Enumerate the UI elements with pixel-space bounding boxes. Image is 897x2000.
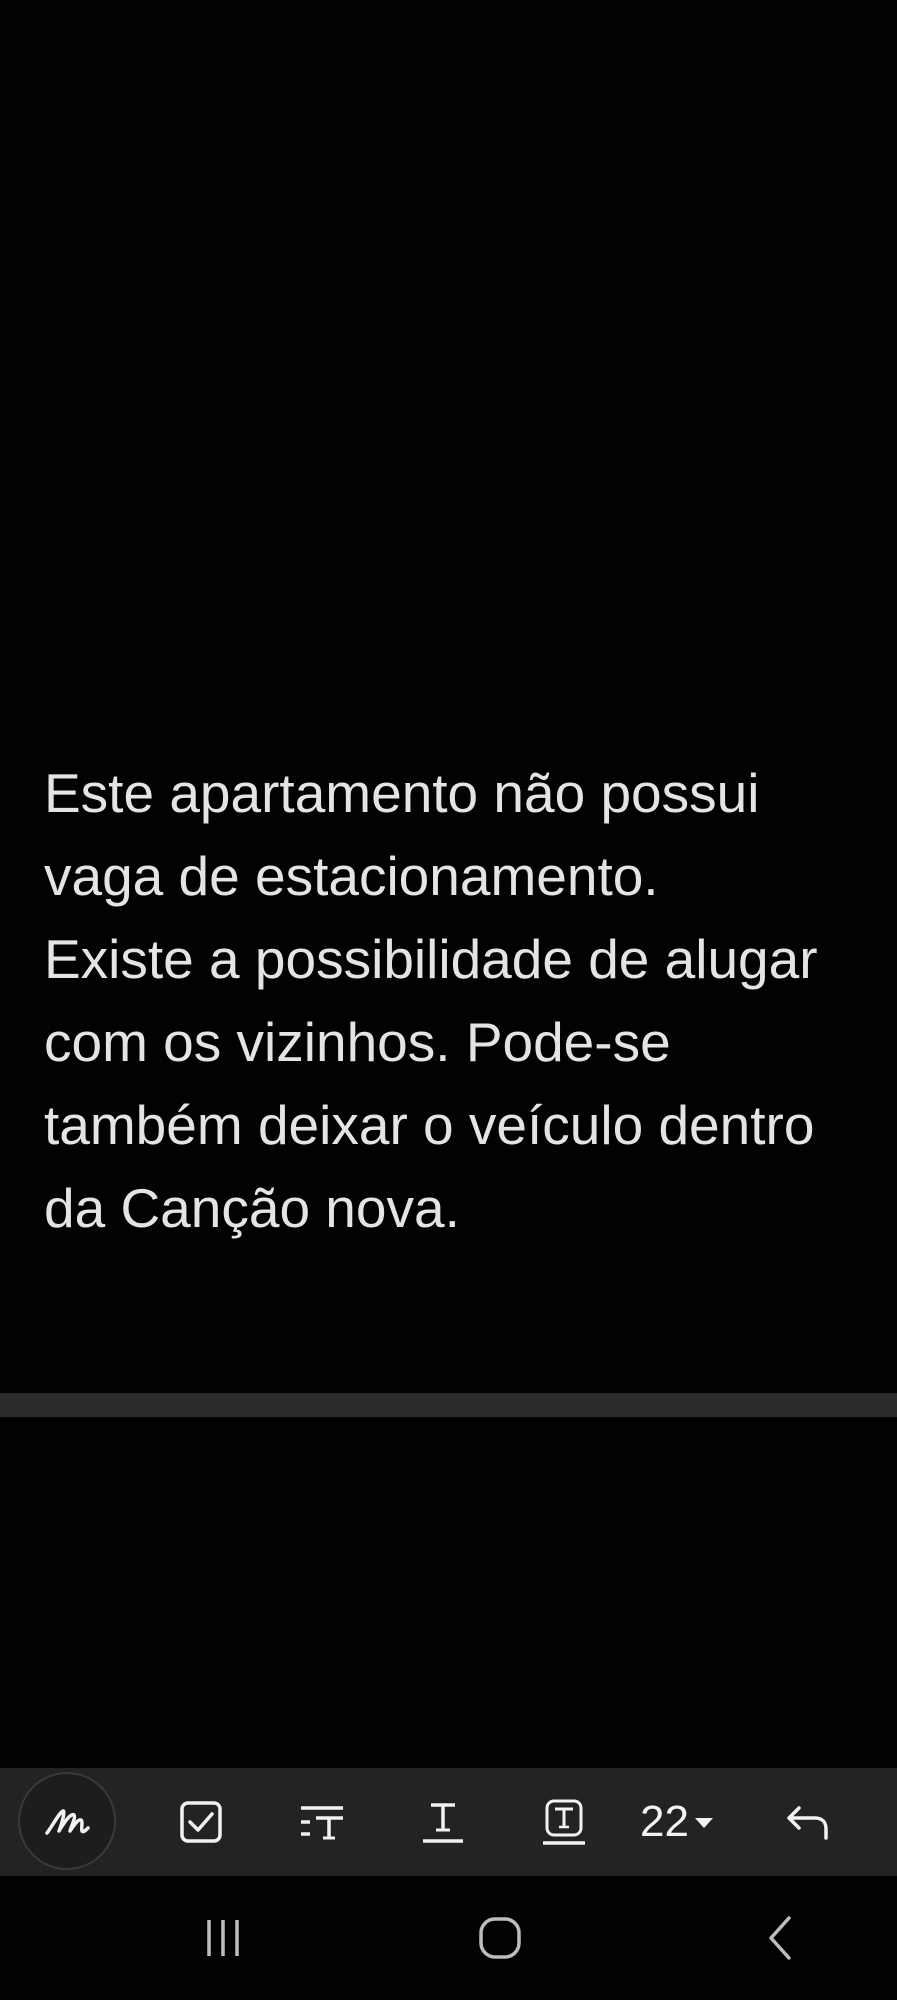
- note-text[interactable]: Este apartamento não possui vaga de esta…: [44, 752, 897, 1250]
- font-size-value: 22: [640, 1797, 689, 1846]
- recent-apps-button[interactable]: [163, 1876, 283, 2000]
- note-line: com os vizinhos. Pode-se: [44, 1011, 671, 1073]
- note-line: também deixar o veículo dentro: [44, 1094, 815, 1156]
- home-button[interactable]: [440, 1876, 560, 2000]
- home-icon: [479, 1917, 521, 1959]
- section-divider: [0, 1393, 897, 1417]
- note-editor[interactable]: Este apartamento não possui vaga de esta…: [0, 0, 897, 1393]
- text-box-button[interactable]: [528, 1768, 600, 1876]
- undo-icon: [787, 1806, 828, 1840]
- undo-button[interactable]: [772, 1768, 844, 1876]
- handwriting-button[interactable]: [18, 1772, 116, 1870]
- text-style-icon: [301, 1806, 343, 1840]
- text-box-icon: [543, 1799, 585, 1845]
- checkbox-button[interactable]: [166, 1768, 236, 1876]
- back-icon: [769, 1916, 791, 1960]
- text-underline-icon: [423, 1803, 463, 1843]
- empty-editor-area[interactable]: [0, 1417, 897, 1768]
- text-style-button[interactable]: [286, 1768, 358, 1876]
- note-line: Este apartamento não possui: [44, 762, 760, 824]
- font-size-dropdown[interactable]: 22: [640, 1768, 713, 1876]
- note-line: Existe a possibilidade de alugar: [44, 928, 818, 990]
- recent-apps-icon: [207, 1920, 239, 1956]
- note-line: vaga de estacionamento.: [44, 845, 659, 907]
- chevron-down-icon: [694, 1818, 713, 1828]
- note-line: da Canção nova.: [44, 1177, 460, 1239]
- checkbox-icon: [180, 1801, 222, 1843]
- handwriting-pen-icon: [45, 1809, 90, 1835]
- underline-button[interactable]: [408, 1768, 478, 1876]
- back-button[interactable]: [720, 1876, 840, 2000]
